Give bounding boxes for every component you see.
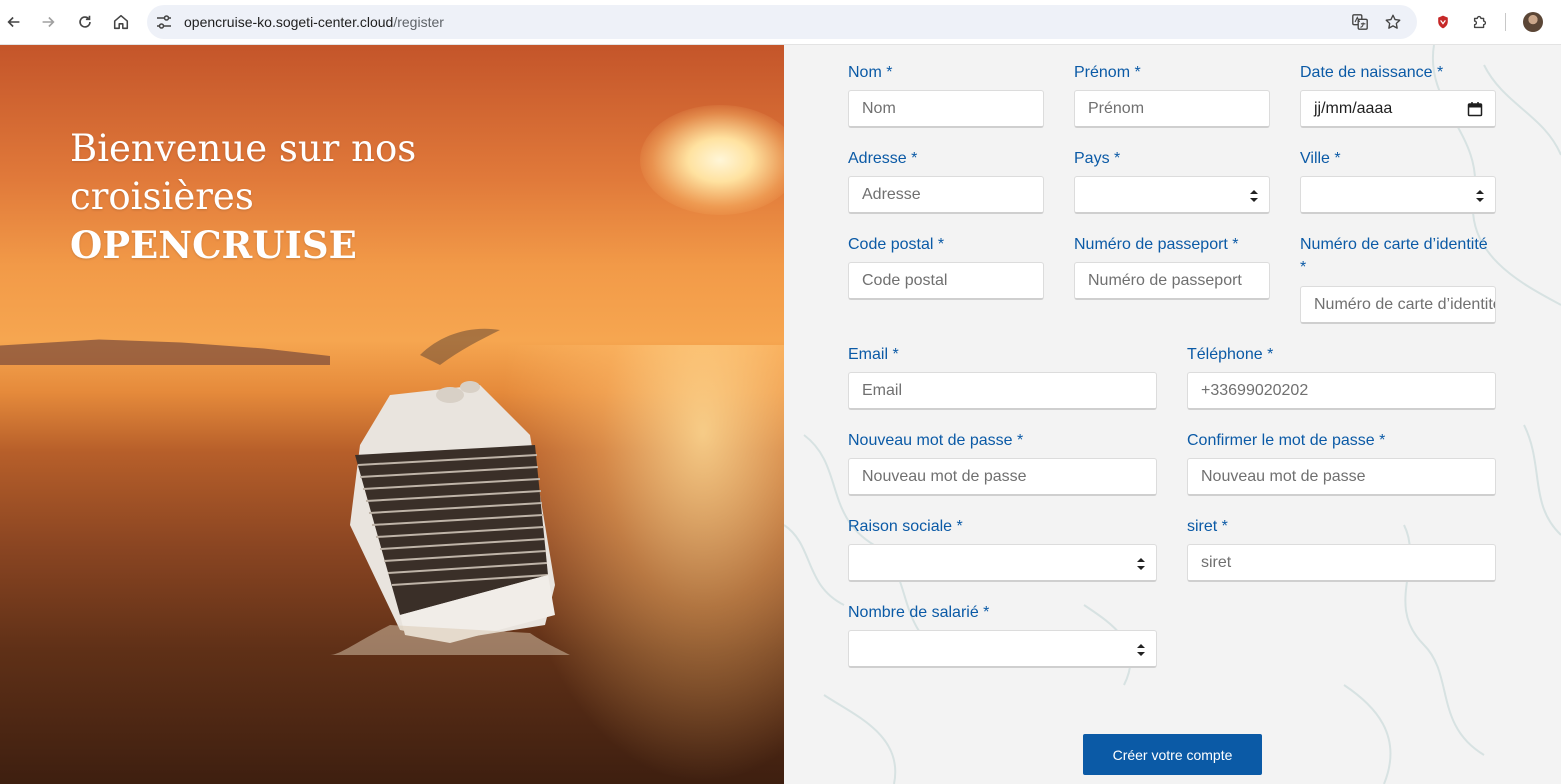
browser-toolbar: opencruise-ko.sogeti-center.cloud/regist… bbox=[0, 0, 1561, 45]
telephone-input[interactable]: +33699020202 bbox=[1187, 372, 1496, 410]
nom-input[interactable]: Nom bbox=[848, 90, 1044, 128]
label-prenom: Prénom * bbox=[1074, 64, 1141, 81]
distant-hills bbox=[0, 339, 330, 365]
reload-button[interactable] bbox=[71, 8, 99, 36]
label-code-postal: Code postal * bbox=[848, 236, 945, 253]
siret-input[interactable]: siret bbox=[1187, 544, 1496, 582]
extension-shield-icon[interactable] bbox=[1429, 8, 1457, 36]
telephone-placeholder: +33699020202 bbox=[1201, 381, 1309, 399]
prenom-input[interactable]: Prénom bbox=[1074, 90, 1270, 128]
profile-avatar[interactable] bbox=[1523, 12, 1543, 32]
site-settings-icon[interactable] bbox=[155, 13, 173, 31]
code-postal-input[interactable]: Code postal bbox=[848, 262, 1044, 300]
back-button[interactable] bbox=[0, 8, 28, 36]
label-siret: siret * bbox=[1187, 518, 1228, 535]
toolbar-divider bbox=[1505, 13, 1506, 31]
url-path: /register bbox=[393, 14, 444, 30]
home-button[interactable] bbox=[107, 8, 135, 36]
field-raison-sociale: Raison sociale * bbox=[848, 515, 1157, 583]
select-arrows-icon bbox=[1137, 558, 1145, 570]
sun-glow bbox=[640, 105, 784, 215]
hero-title: Bienvenue sur nos croisières OPENCRUISE bbox=[70, 125, 416, 269]
select-arrows-icon bbox=[1137, 644, 1145, 656]
hero-banner: Bienvenue sur nos croisières OPENCRUISE bbox=[0, 45, 784, 784]
email-placeholder: Email bbox=[862, 381, 903, 399]
label-passeport: Numéro de passeport * bbox=[1074, 236, 1239, 253]
label-nombre-salaries: Nombre de salarié * bbox=[848, 604, 990, 621]
adresse-input[interactable]: Adresse bbox=[848, 176, 1044, 214]
field-confirmer-mot-de-passe: Confirmer le mot de passe * Nouveau mot … bbox=[1187, 429, 1496, 497]
raison-sociale-select[interactable] bbox=[848, 544, 1157, 582]
create-account-button[interactable]: Créer votre compte bbox=[1083, 734, 1262, 775]
cruise-ship-image bbox=[330, 328, 570, 655]
siret-placeholder: siret bbox=[1201, 553, 1232, 571]
field-carte-identite: Numéro de carte d’identité * Numéro de c… bbox=[1300, 233, 1496, 325]
label-adresse: Adresse * bbox=[848, 150, 918, 167]
reload-icon bbox=[79, 15, 91, 28]
pays-select[interactable] bbox=[1074, 176, 1270, 214]
url-host: opencruise-ko.sogeti-center.cloud bbox=[184, 14, 394, 30]
url-text: opencruise-ko.sogeti-center.cloud/regist… bbox=[184, 14, 444, 30]
label-ville: Ville * bbox=[1300, 150, 1341, 167]
field-code-postal: Code postal * Code postal bbox=[848, 233, 1044, 301]
label-telephone: Téléphone * bbox=[1187, 346, 1274, 363]
passeport-input[interactable]: Numéro de passeport bbox=[1074, 262, 1270, 300]
field-passeport: Numéro de passeport * Numéro de passepor… bbox=[1074, 233, 1270, 301]
arrow-right-icon bbox=[42, 16, 55, 28]
field-ville: Ville * bbox=[1300, 147, 1496, 215]
mot-de-passe-input[interactable]: Nouveau mot de passe bbox=[848, 458, 1157, 496]
label-carte-identite: Numéro de carte d’identité * bbox=[1300, 236, 1488, 276]
field-email: Email * Email bbox=[848, 343, 1157, 411]
label-raison-sociale: Raison sociale * bbox=[848, 518, 963, 535]
confirmer-mot-de-passe-input[interactable]: Nouveau mot de passe bbox=[1187, 458, 1496, 496]
field-pays: Pays * bbox=[1074, 147, 1270, 215]
mot-de-passe-placeholder: Nouveau mot de passe bbox=[862, 467, 1027, 485]
label-mot-de-passe: Nouveau mot de passe * bbox=[848, 432, 1024, 449]
hero-title-brand: OPENCRUISE bbox=[70, 223, 357, 267]
field-nom: Nom * Nom bbox=[848, 61, 1044, 129]
nom-placeholder: Nom bbox=[862, 99, 896, 117]
confirmer-mot-de-passe-placeholder: Nouveau mot de passe bbox=[1201, 467, 1366, 485]
translate-icon[interactable] bbox=[1350, 12, 1370, 32]
field-siret: siret * siret bbox=[1187, 515, 1496, 583]
home-icon bbox=[113, 14, 129, 30]
code-postal-placeholder: Code postal bbox=[862, 271, 948, 289]
label-email: Email * bbox=[848, 346, 899, 363]
hero-title-line2: croisières bbox=[70, 175, 254, 218]
field-telephone: Téléphone * +33699020202 bbox=[1187, 343, 1496, 411]
date-naissance-value: jj/mm/aaaa bbox=[1314, 99, 1393, 117]
label-pays: Pays * bbox=[1074, 150, 1121, 167]
address-bar[interactable]: opencruise-ko.sogeti-center.cloud/regist… bbox=[147, 5, 1417, 39]
label-nom: Nom * bbox=[848, 64, 893, 81]
field-mot-de-passe: Nouveau mot de passe * Nouveau mot de pa… bbox=[848, 429, 1157, 497]
nombre-salaries-select[interactable] bbox=[848, 630, 1157, 668]
forward-button[interactable] bbox=[34, 8, 62, 36]
field-adresse: Adresse * Adresse bbox=[848, 147, 1044, 215]
arrow-left-icon bbox=[7, 16, 20, 28]
field-nombre-salaries: Nombre de salarié * bbox=[848, 601, 1157, 669]
select-arrows-icon bbox=[1250, 190, 1258, 202]
bookmark-star-icon[interactable] bbox=[1383, 12, 1403, 32]
adresse-placeholder: Adresse bbox=[862, 185, 921, 203]
carte-identite-placeholder: Numéro de carte d’identité bbox=[1314, 295, 1496, 313]
hero-title-line1: Bienvenue sur nos bbox=[70, 127, 417, 170]
carte-identite-input[interactable]: Numéro de carte d’identité bbox=[1300, 286, 1496, 324]
passeport-placeholder: Numéro de passeport bbox=[1088, 271, 1242, 289]
date-naissance-input[interactable]: jj/mm/aaaa bbox=[1300, 90, 1496, 128]
select-arrows-icon bbox=[1476, 190, 1484, 202]
extensions-puzzle-icon[interactable] bbox=[1466, 8, 1494, 36]
field-date-naissance: Date de naissance * jj/mm/aaaa bbox=[1300, 61, 1496, 129]
ville-select[interactable] bbox=[1300, 176, 1496, 214]
registration-panel: Nom * Nom Prénom * Prénom Date de naissa… bbox=[784, 45, 1561, 784]
email-input[interactable]: Email bbox=[848, 372, 1157, 410]
label-date-naissance: Date de naissance * bbox=[1300, 64, 1444, 81]
label-confirmer-mot-de-passe: Confirmer le mot de passe * bbox=[1187, 432, 1386, 449]
field-prenom: Prénom * Prénom bbox=[1074, 61, 1270, 129]
calendar-icon[interactable] bbox=[1467, 101, 1483, 117]
prenom-placeholder: Prénom bbox=[1088, 99, 1145, 117]
